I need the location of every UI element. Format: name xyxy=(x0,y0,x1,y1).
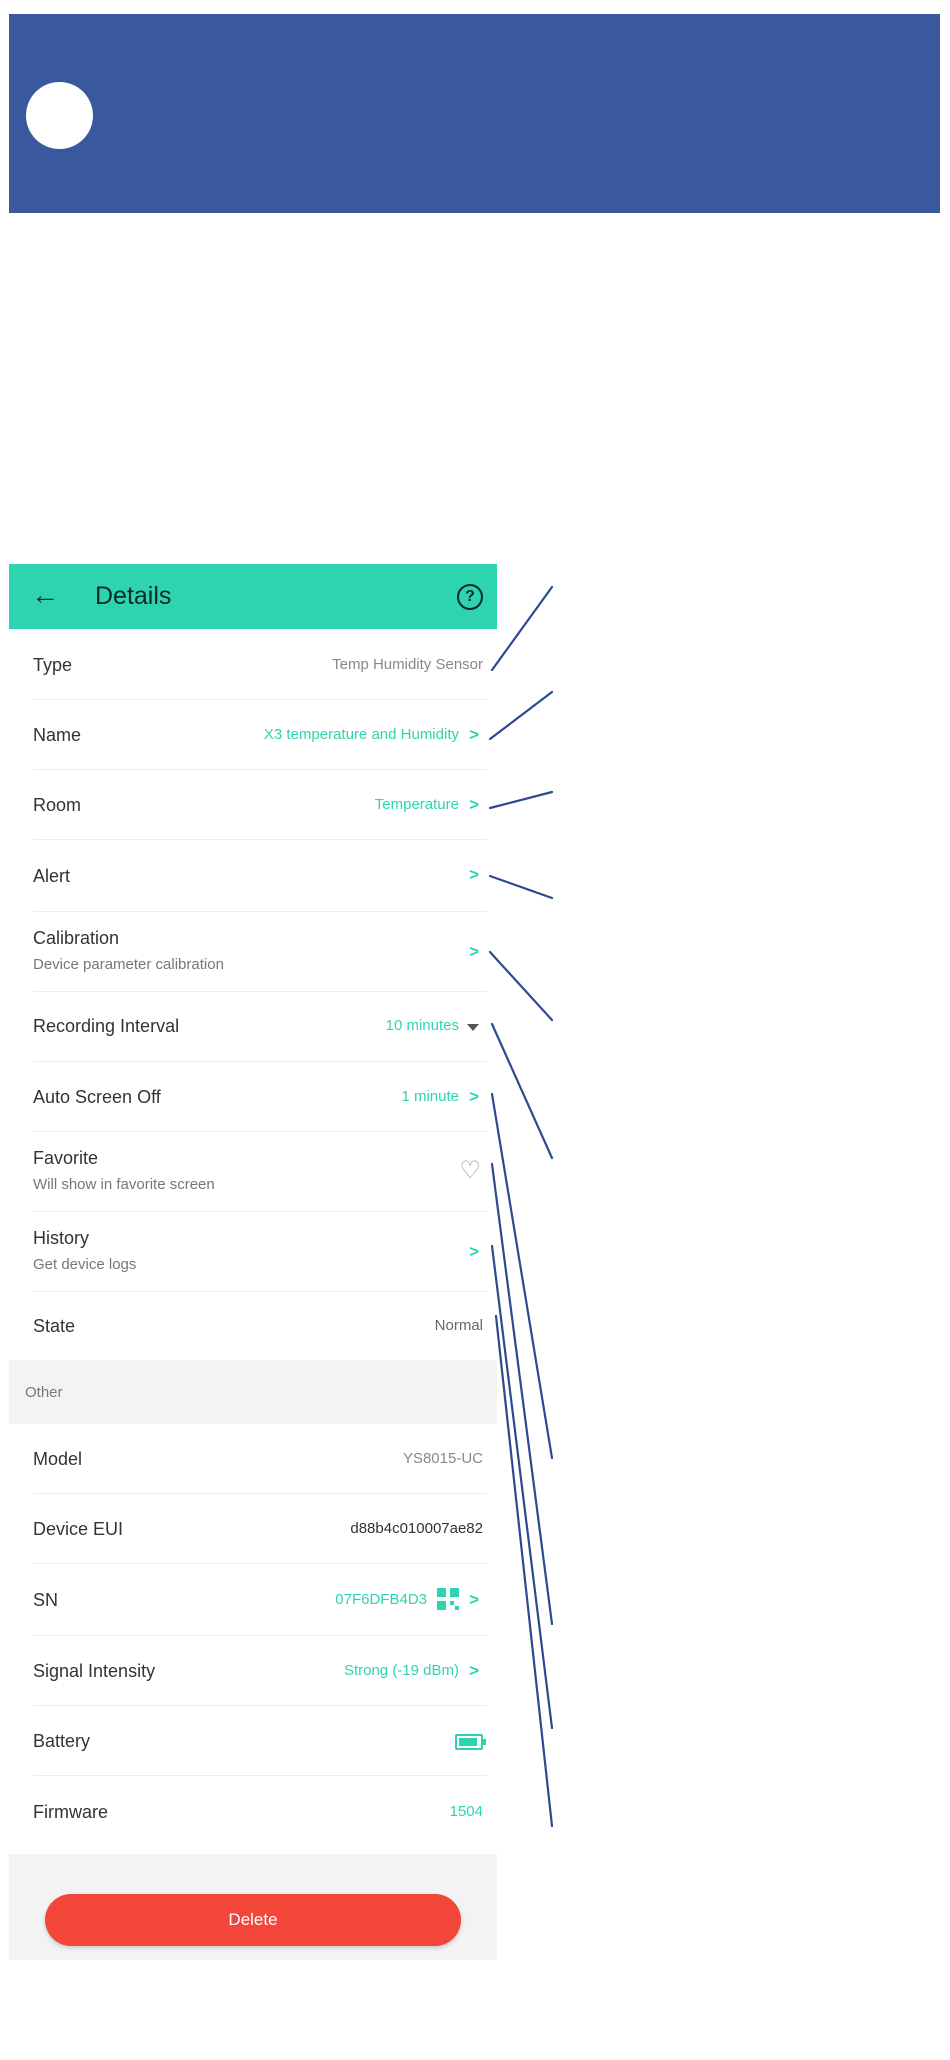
battery-icon xyxy=(455,1734,486,1750)
row-recording-interval[interactable]: Recording Interval 10 minutes xyxy=(9,992,497,1062)
caret-down-icon[interactable] xyxy=(467,1024,479,1031)
chevron-right-icon[interactable]: > xyxy=(469,1087,479,1107)
firmware-value: 1504 xyxy=(449,1803,483,1820)
callout-line-recording xyxy=(490,1022,554,1160)
row-sn[interactable]: SN 07F6DFB4D3 > xyxy=(9,1564,497,1636)
history-sub: Get device logs xyxy=(33,1256,137,1273)
favorite-sub: Will show in favorite screen xyxy=(33,1176,215,1193)
row-auto-screen-off[interactable]: Auto Screen Off 1 minute > xyxy=(9,1062,497,1132)
callout-line-autoscreen xyxy=(490,1092,554,1460)
row-firmware: Firmware 1504 xyxy=(9,1776,497,1854)
callout-line-type xyxy=(490,585,554,672)
callout-line-room xyxy=(488,790,554,810)
recording-interval-value: 10 minutes xyxy=(385,1017,459,1034)
chevron-right-icon[interactable]: > xyxy=(469,865,479,885)
delete-button[interactable]: Delete xyxy=(45,1894,461,1946)
device-eui-label: Device EUI xyxy=(33,1519,124,1539)
alert-label: Alert xyxy=(33,866,71,886)
model-label: Model xyxy=(33,1449,83,1469)
callout-line-name xyxy=(488,690,554,741)
state-value: Normal xyxy=(434,1317,483,1334)
chevron-right-icon[interactable]: > xyxy=(469,942,479,962)
footer: Delete xyxy=(9,1854,497,1960)
recording-interval-label: Recording Interval xyxy=(33,1016,180,1036)
row-type: Type Temp Humidity Sensor xyxy=(9,629,497,700)
room-label: Room xyxy=(33,795,82,815)
name-label: Name xyxy=(33,725,82,745)
calibration-sub: Device parameter calibration xyxy=(33,956,224,973)
row-history[interactable]: History Get device logs > xyxy=(9,1212,497,1292)
favorite-label: Favorite xyxy=(33,1148,99,1168)
page-title: Details xyxy=(95,582,172,610)
sn-value: 07F6DFB4D3 xyxy=(335,1591,427,1608)
qr-code-icon[interactable] xyxy=(437,1588,459,1610)
callout-line-calibration xyxy=(488,950,554,1022)
row-battery: Battery xyxy=(9,1706,497,1776)
calibration-label: Calibration xyxy=(33,928,120,948)
state-label: State xyxy=(33,1316,76,1336)
row-calibration[interactable]: Calibration Device parameter calibration… xyxy=(9,912,497,992)
row-name[interactable]: Name X3 temperature and Humidity > xyxy=(9,700,497,770)
section-other-label: Other xyxy=(25,1384,63,1401)
signal-intensity-label: Signal Intensity xyxy=(33,1661,156,1681)
model-value: YS8015-UC xyxy=(402,1450,483,1467)
auto-screen-off-label: Auto Screen Off xyxy=(33,1087,161,1107)
section-other: Other xyxy=(9,1360,497,1424)
callout-line-state xyxy=(494,1314,554,1828)
battery-label: Battery xyxy=(33,1731,91,1751)
firmware-label: Firmware xyxy=(33,1802,108,1822)
auto-screen-off-value: 1 minute xyxy=(401,1088,459,1105)
history-label: History xyxy=(33,1228,90,1248)
chevron-right-icon[interactable]: > xyxy=(469,725,479,745)
app-bar: ← Details ? xyxy=(9,564,497,629)
row-device-eui: Device EUI d88b4c010007ae82 xyxy=(9,1494,497,1564)
type-label: Type xyxy=(33,655,73,675)
callout-line-history xyxy=(490,1244,554,1730)
row-model: Model YS8015-UC xyxy=(9,1424,497,1494)
row-alert[interactable]: Alert > xyxy=(9,840,497,912)
row-signal-intensity[interactable]: Signal Intensity Strong (-19 dBm) > xyxy=(9,1636,497,1706)
type-value: Temp Humidity Sensor xyxy=(332,656,483,673)
chevron-right-icon[interactable]: > xyxy=(469,1661,479,1681)
row-room[interactable]: Room Temperature > xyxy=(9,770,497,840)
circle-marker xyxy=(26,82,93,149)
question-circle-icon[interactable]: ? xyxy=(457,584,483,610)
callout-line-favorite xyxy=(490,1162,554,1626)
row-state: State Normal xyxy=(9,1292,497,1360)
details-screen: ← Details ? Type Temp Humidity Sensor Na… xyxy=(9,564,497,1960)
arrow-left-icon[interactable]: ← xyxy=(31,578,59,612)
chevron-right-icon[interactable]: > xyxy=(469,1242,479,1262)
name-value: X3 temperature and Humidity xyxy=(263,726,459,743)
sn-label: SN xyxy=(33,1590,59,1610)
callout-line-alert xyxy=(488,874,554,900)
room-value: Temperature xyxy=(374,796,459,813)
heart-icon[interactable]: ♡ xyxy=(459,1156,481,1185)
chevron-right-icon[interactable]: > xyxy=(469,795,479,815)
header-banner xyxy=(9,14,940,213)
chevron-right-icon[interactable]: > xyxy=(469,1590,479,1610)
device-eui-value: d88b4c010007ae82 xyxy=(350,1520,483,1537)
row-favorite[interactable]: Favorite Will show in favorite screen ♡ xyxy=(9,1132,497,1212)
signal-intensity-value: Strong (-19 dBm) xyxy=(343,1662,459,1679)
